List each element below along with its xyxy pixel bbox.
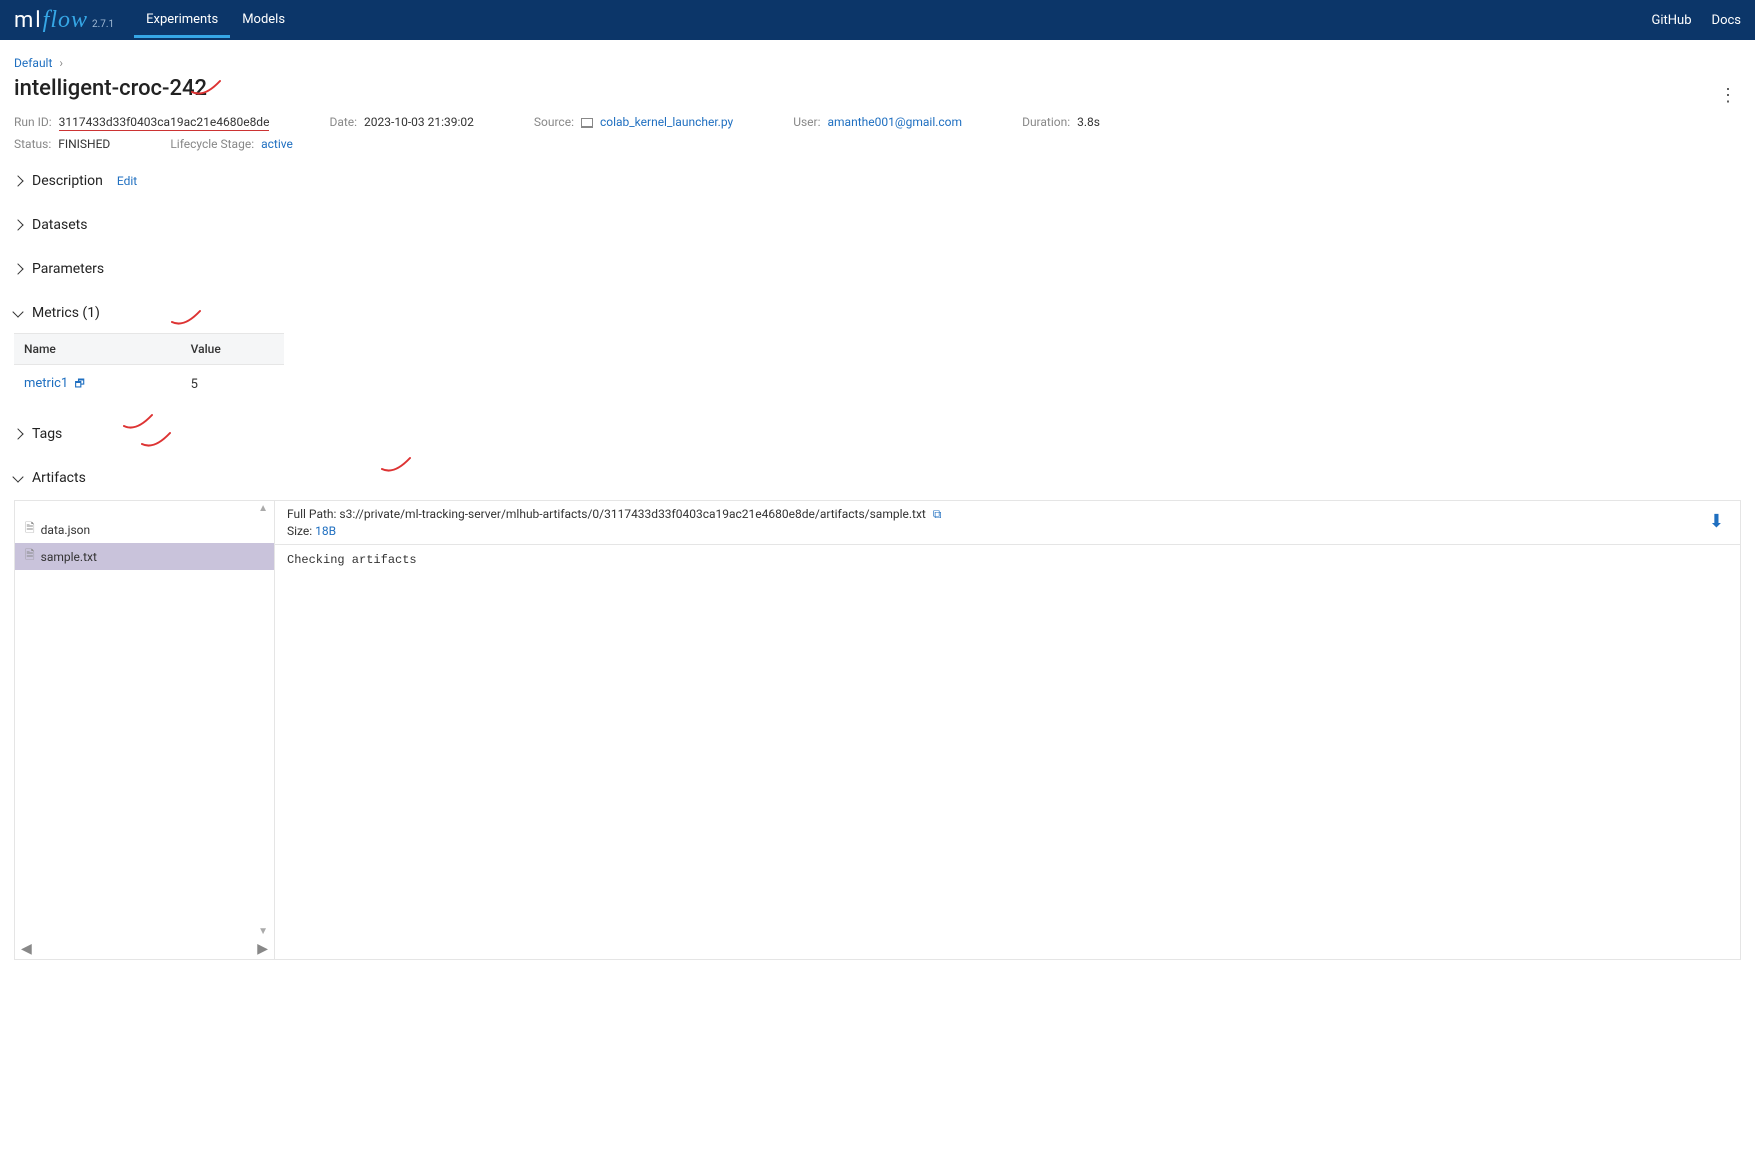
full-path-value: s3://private/ml-tracking-server/mlhub-ar…: [339, 507, 925, 521]
more-menu-icon[interactable]: ⋮: [1715, 81, 1741, 110]
logo[interactable]: ml flow 2.7.1: [14, 7, 114, 34]
section-artifacts-header[interactable]: Artifacts: [14, 464, 1741, 492]
tree-scroll-left-icon[interactable]: ◀: [21, 941, 32, 957]
section-artifacts-label: Artifacts: [32, 470, 86, 486]
logo-flow: flow: [43, 7, 88, 34]
metrics-col-name: Name: [14, 334, 181, 365]
artifact-tree: ▲ 🗎 data.json 🗎 sample.txt ▼ ◀ ▶: [15, 501, 275, 959]
chevron-right-icon: [12, 175, 23, 186]
section-datasets-header[interactable]: Datasets: [14, 211, 1741, 239]
date-value: 2023-10-03 21:39:02: [364, 115, 474, 129]
size-value: 18B: [315, 524, 336, 538]
description-edit-link[interactable]: Edit: [117, 174, 137, 188]
artifact-item-label: data.json: [41, 523, 90, 537]
artifact-item-label: sample.txt: [41, 550, 97, 564]
nav-docs[interactable]: Docs: [1712, 13, 1741, 28]
metrics-col-value: Value: [181, 334, 284, 365]
chevron-down-icon: [12, 471, 23, 482]
run-meta-row-1: Run ID: 3117433d33f0403ca19ac21e4680e8de…: [14, 115, 1741, 129]
lifecycle-value[interactable]: active: [261, 137, 293, 151]
lifecycle-label: Lifecycle Stage:: [170, 137, 254, 151]
section-parameters-label: Parameters: [32, 261, 104, 277]
source-label: Source:: [534, 115, 574, 129]
logo-ml: ml: [14, 8, 43, 33]
section-tags-header[interactable]: Tags: [14, 420, 1741, 448]
section-metrics-header[interactable]: Metrics (1): [14, 299, 1741, 327]
duration-value: 3.8s: [1077, 115, 1100, 129]
artifacts-panel: ▲ 🗎 data.json 🗎 sample.txt ▼ ◀ ▶: [14, 500, 1741, 960]
download-icon[interactable]: ⬇: [1705, 507, 1728, 536]
full-path-label: Full Path:: [287, 507, 336, 521]
artifact-tree-item[interactable]: 🗎 sample.txt: [15, 543, 274, 570]
metric-name[interactable]: metric1: [24, 376, 68, 391]
nav-experiments[interactable]: Experiments: [134, 2, 230, 38]
copy-icon[interactable]: ⧉: [933, 507, 942, 521]
section-description-header[interactable]: Description Edit: [14, 167, 1741, 195]
run-meta-row-2: Status: FINISHED Lifecycle Stage: active: [14, 137, 1741, 151]
section-tags-label: Tags: [32, 426, 62, 442]
logo-version: 2.7.1: [92, 19, 114, 30]
nav-github[interactable]: GitHub: [1652, 13, 1692, 28]
section-metrics-label: Metrics (1): [32, 305, 100, 321]
tree-scroll-right-icon[interactable]: ▶: [257, 941, 268, 957]
breadcrumb-separator-icon: ›: [59, 56, 63, 70]
tree-scroll-down-icon[interactable]: ▼: [15, 924, 274, 939]
file-icon: 🗎: [25, 546, 35, 567]
status-label: Status:: [14, 137, 51, 151]
chevron-down-icon: [12, 306, 23, 317]
section-description-label: Description: [32, 173, 103, 189]
source-value[interactable]: colab_kernel_launcher.py: [600, 115, 733, 129]
chevron-right-icon: [12, 263, 23, 274]
size-label: Size:: [287, 524, 312, 538]
duration-label: Duration:: [1022, 115, 1070, 129]
page-title: intelligent-croc-242: [14, 76, 207, 101]
metric-value: 5: [181, 365, 284, 405]
metrics-table: Name Value metric1 🗗 5: [14, 333, 284, 404]
file-icon: 🗎: [25, 519, 35, 540]
date-label: Date:: [329, 115, 357, 129]
run-id-value[interactable]: 3117433d33f0403ca19ac21e4680e8de: [59, 115, 270, 131]
source-file-icon: [581, 118, 593, 128]
tree-scroll-up-icon[interactable]: ▲: [15, 501, 274, 516]
app-header: ml flow 2.7.1 Experiments Models GitHub …: [0, 0, 1755, 40]
run-id-label: Run ID:: [14, 115, 52, 129]
table-row[interactable]: metric1 🗗 5: [14, 365, 284, 405]
section-datasets-label: Datasets: [32, 217, 87, 233]
chart-icon[interactable]: 🗗: [74, 377, 84, 390]
artifact-tree-item[interactable]: 🗎 data.json: [15, 516, 274, 543]
breadcrumb: Default ›: [14, 56, 1741, 70]
section-parameters-header[interactable]: Parameters: [14, 255, 1741, 283]
nav-models[interactable]: Models: [230, 2, 297, 38]
user-value[interactable]: amanthe001@gmail.com: [828, 115, 963, 129]
artifact-preview-content: Checking artifacts: [275, 544, 1740, 959]
chevron-right-icon: [12, 219, 23, 230]
status-value: FINISHED: [58, 137, 110, 151]
artifact-preview: Full Path: s3://private/ml-tracking-serv…: [275, 501, 1740, 959]
chevron-right-icon: [12, 428, 23, 439]
breadcrumb-root[interactable]: Default: [14, 56, 52, 70]
user-label: User:: [793, 115, 820, 129]
